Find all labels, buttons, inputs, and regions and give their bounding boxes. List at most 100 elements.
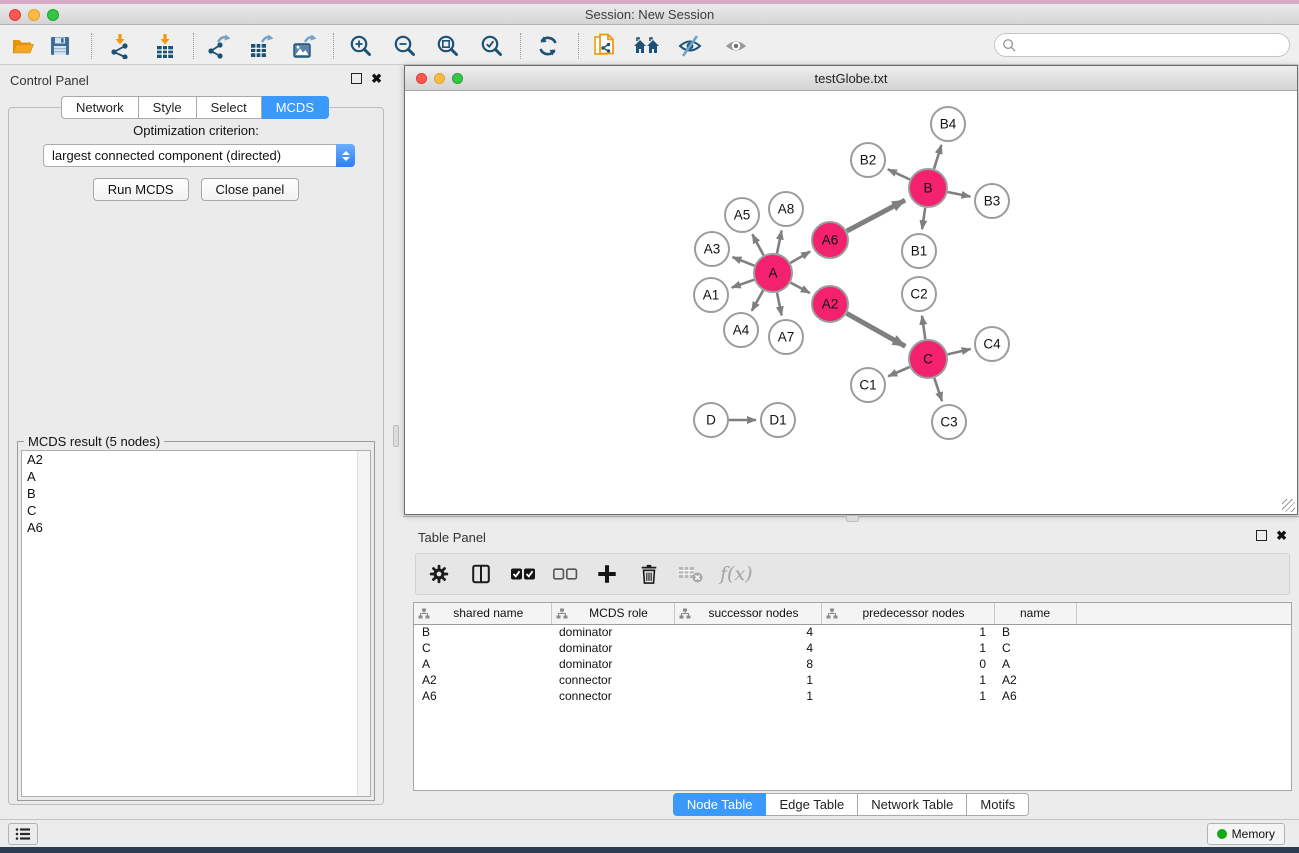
table-row[interactable]: Adominator80A: [414, 656, 1291, 672]
search-input[interactable]: [994, 33, 1290, 57]
graph-edge[interactable]: [888, 367, 909, 376]
graph-edge[interactable]: [847, 313, 906, 346]
function-builder-icon[interactable]: f(x): [720, 561, 753, 587]
delete-column-icon[interactable]: [636, 561, 662, 587]
graph-edge[interactable]: [847, 200, 905, 231]
export-network-icon[interactable]: [204, 32, 234, 60]
export-table-icon[interactable]: [246, 32, 276, 60]
hide-selected-icon[interactable]: [675, 32, 705, 60]
table-row[interactable]: A2connector11A2: [414, 672, 1291, 688]
select-all-icon[interactable]: [510, 561, 536, 587]
mcds-result-box: MCDS result (5 nodes) A2ABCA6: [17, 441, 375, 801]
memory-button[interactable]: Memory: [1207, 823, 1285, 845]
divider-grip-icon[interactable]: [846, 515, 859, 522]
graph-edge[interactable]: [752, 290, 763, 310]
show-all-icon[interactable]: [721, 32, 751, 60]
criterion-value: largest connected component (directed): [52, 148, 281, 163]
graph-edge[interactable]: [791, 283, 810, 293]
table-panel: Table Panel ✖: [403, 523, 1299, 819]
result-item[interactable]: C: [22, 502, 370, 519]
network-window[interactable]: testGlobe.txt AA1A2A3A4A5A6A7A8BB1B2B3B4…: [404, 65, 1298, 515]
control-panel-title: Control Panel: [10, 73, 89, 88]
window-resize-grip-icon[interactable]: [1282, 499, 1295, 512]
result-item[interactable]: B: [22, 485, 370, 502]
graph-edge[interactable]: [732, 280, 755, 288]
task-history-button[interactable]: [8, 823, 38, 845]
mcds-tab-content: Optimization criterion: largest connecte…: [8, 107, 384, 805]
table-cell: A6: [414, 688, 551, 704]
network-canvas[interactable]: AA1A2A3A4A5A6A7A8BB1B2B3B4CC1C2C3C4DD1: [405, 91, 1297, 514]
table-cell: 1: [821, 672, 994, 688]
tab-mcds[interactable]: MCDS: [262, 96, 329, 119]
refresh-view-icon[interactable]: [533, 32, 563, 60]
import-network-icon[interactable]: [105, 32, 135, 60]
open-session-icon[interactable]: [8, 32, 38, 60]
float-panel-icon[interactable]: [351, 73, 362, 84]
result-item[interactable]: A: [22, 468, 370, 485]
zoom-fit-icon[interactable]: [433, 32, 463, 60]
vertical-split-divider[interactable]: [390, 65, 403, 819]
close-panel-button[interactable]: Close panel: [201, 178, 300, 201]
tab-select[interactable]: Select: [197, 96, 262, 119]
close-panel-icon[interactable]: ✖: [1276, 530, 1287, 541]
result-item[interactable]: A6: [22, 519, 370, 536]
divider-grip-icon[interactable]: [393, 425, 399, 447]
graph-node-label: A6: [822, 233, 839, 248]
result-scrollbar[interactable]: [357, 451, 370, 796]
graph-edge[interactable]: [733, 257, 755, 266]
graph-edge[interactable]: [752, 234, 763, 255]
table-cell: 1: [674, 688, 821, 704]
tab-network-table[interactable]: Network Table: [858, 793, 967, 816]
graph-node-label: B4: [940, 117, 957, 132]
zoom-out-icon[interactable]: [390, 32, 420, 60]
tab-edge-table[interactable]: Edge Table: [766, 793, 858, 816]
float-panel-icon[interactable]: [1256, 530, 1267, 541]
column-header[interactable]: MCDS role: [551, 603, 674, 624]
column-header[interactable]: shared name: [414, 603, 551, 624]
horizontal-split-divider[interactable]: [403, 515, 1299, 523]
column-header[interactable]: successor nodes: [674, 603, 821, 624]
graph-edge[interactable]: [934, 145, 941, 169]
deselect-all-icon[interactable]: [552, 561, 578, 587]
graph-edge[interactable]: [948, 192, 971, 197]
zoom-selected-icon[interactable]: [477, 32, 507, 60]
column-header[interactable]: predecessor nodes: [821, 603, 994, 624]
tab-node-table[interactable]: Node Table: [673, 793, 767, 816]
graph-edge[interactable]: [790, 252, 810, 264]
tab-motifs[interactable]: Motifs: [967, 793, 1029, 816]
network-window-titlebar[interactable]: testGlobe.txt: [405, 66, 1297, 91]
run-mcds-button[interactable]: Run MCDS: [93, 178, 189, 201]
export-image-icon[interactable]: [289, 32, 319, 60]
graph-edge[interactable]: [777, 231, 782, 254]
zoom-in-icon[interactable]: [346, 32, 376, 60]
graph-edge[interactable]: [934, 378, 942, 401]
graph-edge[interactable]: [922, 208, 925, 229]
graph-node-label: A8: [778, 202, 795, 217]
split-panel-icon[interactable]: [468, 561, 494, 587]
close-panel-icon[interactable]: ✖: [371, 73, 382, 84]
title-bar[interactable]: Session: New Session: [0, 4, 1299, 25]
save-session-icon[interactable]: [45, 32, 75, 60]
column-header[interactable]: name: [994, 603, 1076, 624]
first-neighbors-icon[interactable]: [632, 32, 662, 60]
table-options-icon[interactable]: [426, 561, 452, 587]
mcds-result-list[interactable]: A2ABCA6: [21, 450, 371, 797]
clone-network-icon[interactable]: [590, 32, 620, 60]
toolbar-separator: [333, 33, 334, 59]
tab-network[interactable]: Network: [61, 96, 139, 119]
import-table-icon[interactable]: [150, 32, 180, 60]
graph-edge[interactable]: [948, 349, 971, 354]
graph-edge[interactable]: [777, 293, 782, 316]
graph-edge[interactable]: [922, 316, 925, 339]
result-item[interactable]: A2: [22, 451, 370, 468]
node-table[interactable]: shared nameMCDS rolesuccessor nodesprede…: [413, 602, 1292, 791]
graph-edge[interactable]: [888, 169, 910, 179]
delete-table-icon[interactable]: [678, 561, 704, 587]
criterion-select[interactable]: largest connected component (directed): [43, 144, 355, 167]
table-row[interactable]: Cdominator41C: [414, 640, 1291, 656]
table-row[interactable]: Bdominator41B: [414, 624, 1291, 640]
table-row[interactable]: A6connector11A6: [414, 688, 1291, 704]
add-column-icon[interactable]: [594, 561, 620, 587]
network-graph[interactable]: AA1A2A3A4A5A6A7A8BB1B2B3B4CC1C2C3C4DD1: [405, 91, 1297, 514]
tab-style[interactable]: Style: [139, 96, 197, 119]
